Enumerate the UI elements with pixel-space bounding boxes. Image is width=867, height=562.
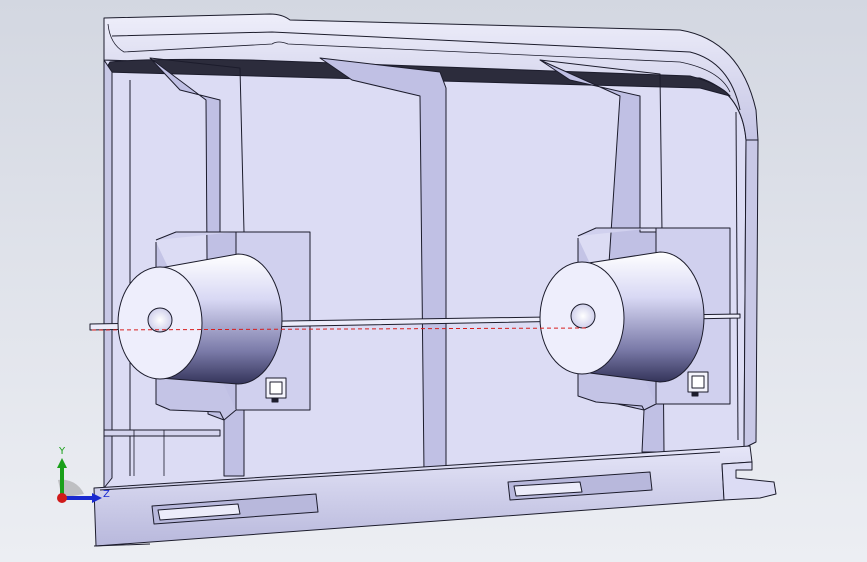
- clip-tab: [721, 461, 777, 501]
- orientation-triad: [57, 458, 102, 503]
- triad-z-label: Z: [103, 489, 110, 500]
- triad-y-label: Y: [58, 446, 66, 457]
- lower-ledge: [103, 429, 221, 437]
- left-cylinder-hole: [147, 307, 173, 333]
- left-wall: [103, 59, 113, 489]
- right-wall: [743, 139, 759, 449]
- graphics-viewport[interactable]: Y Z: [0, 0, 867, 562]
- right-cylinder-hole: [570, 303, 596, 329]
- part-model[interactable]: Y Z: [0, 0, 867, 562]
